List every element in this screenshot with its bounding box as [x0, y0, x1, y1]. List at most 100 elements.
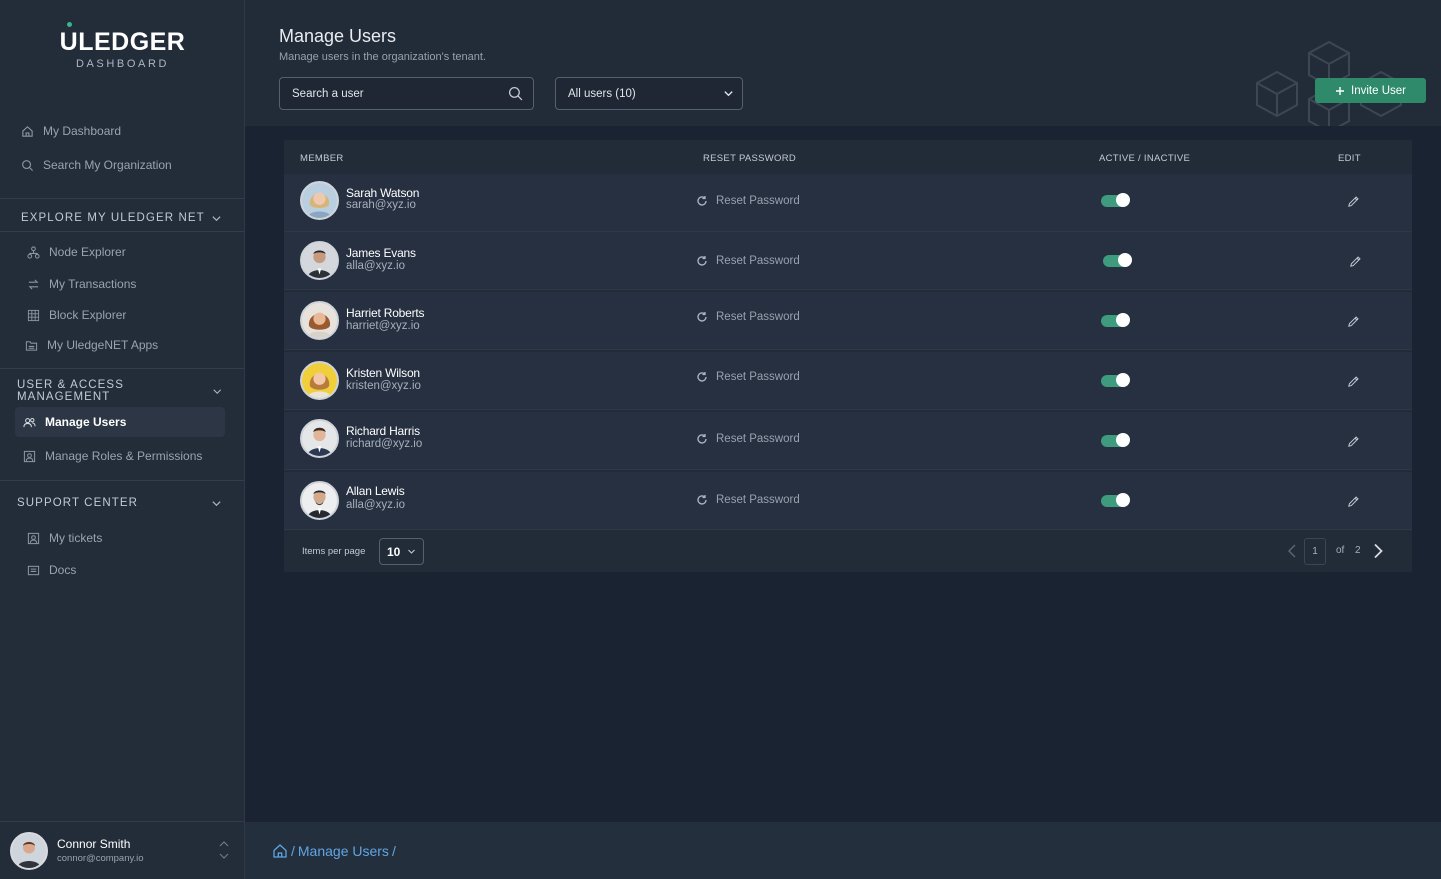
- divider: [0, 480, 244, 481]
- pencil-icon[interactable]: [1347, 495, 1360, 508]
- sidebar-item-label: Docs: [49, 563, 77, 577]
- pencil-icon[interactable]: [1347, 315, 1360, 328]
- member-name: Richard Harris: [346, 424, 420, 438]
- sidebar-item-my-dashboard[interactable]: My Dashboard: [21, 119, 121, 143]
- active-toggle[interactable]: [1101, 433, 1130, 447]
- section-title: SUPPORT CENTER: [17, 497, 139, 509]
- section-support-center[interactable]: SUPPORT CENTER: [0, 485, 244, 521]
- reset-password-button[interactable]: Reset Password: [696, 433, 800, 445]
- docs-icon: [27, 564, 40, 577]
- toggle-knob: [1116, 493, 1130, 507]
- reset-password-button[interactable]: Reset Password: [696, 195, 800, 207]
- sidebar-item-label: Search My Organization: [43, 158, 172, 172]
- chevron-right-icon[interactable]: [1373, 543, 1384, 559]
- chevron-left-icon[interactable]: [1287, 544, 1297, 558]
- active-toggle[interactable]: [1101, 493, 1130, 507]
- ticket-icon: [27, 532, 40, 545]
- user-filter-select[interactable]: All users (10): [555, 77, 743, 110]
- current-page-box[interactable]: 1: [1304, 538, 1326, 565]
- member-email: sarah@xyz.io: [346, 199, 416, 211]
- chevron-down-icon: [212, 215, 221, 221]
- breadcrumb: / Manage Users /: [245, 822, 1441, 879]
- page-subtitle: Manage users in the organization's tenan…: [279, 51, 486, 63]
- chevron-down-icon: [724, 91, 733, 97]
- sidebar-item-label: Block Explorer: [49, 308, 127, 322]
- invite-user-label: Invite User: [1351, 84, 1406, 97]
- refresh-icon: [697, 434, 707, 444]
- divider: [0, 368, 244, 369]
- reset-password-label: Reset Password: [716, 255, 800, 267]
- page-header: Manage Users Manage users in the organiz…: [245, 0, 1441, 126]
- search-placeholder: Search a user: [292, 87, 364, 100]
- logo[interactable]: U LEDGER DASHBOARD: [0, 22, 245, 70]
- logo-wordmark: U LEDGER: [60, 22, 186, 57]
- sidebar-item-my-transactions[interactable]: My Transactions: [27, 272, 136, 296]
- table-row: Sarah Watson sarah@xyz.io Reset Password: [284, 174, 1412, 232]
- sidebar-item-manage-users[interactable]: Manage Users: [15, 407, 225, 437]
- refresh-icon: [697, 196, 707, 206]
- section-title: USER & ACCESS MANAGEMENT: [17, 379, 124, 403]
- current-user[interactable]: Connor Smith connor@company.io: [0, 821, 244, 879]
- sidebar-item-manage-roles[interactable]: Manage Roles & Permissions: [23, 444, 202, 468]
- avatar: [300, 481, 339, 520]
- sidebar-item-docs[interactable]: Docs: [27, 558, 76, 582]
- logo-subtitle: DASHBOARD: [75, 58, 170, 70]
- sidebar-item-my-apps[interactable]: My UledgeNET Apps: [25, 333, 158, 357]
- sidebar-item-label: My tickets: [49, 531, 103, 545]
- chevron-down-icon: [408, 549, 415, 554]
- sidebar-item-label: Node Explorer: [49, 245, 126, 259]
- divider: [0, 198, 244, 199]
- refresh-icon: [697, 372, 707, 382]
- block-icon: [27, 309, 40, 322]
- member-name: Kristen Wilson: [346, 366, 420, 380]
- home-icon[interactable]: [272, 843, 288, 859]
- invite-user-button[interactable]: Invite User: [1315, 78, 1426, 103]
- table-row: Harriet Roberts harriet@xyz.io Reset Pas…: [284, 292, 1412, 350]
- reset-password-button[interactable]: Reset Password: [696, 494, 800, 506]
- section-user-access[interactable]: USER & ACCESS MANAGEMENT: [0, 373, 244, 409]
- reset-password-button[interactable]: Reset Password: [696, 311, 800, 323]
- member-email: richard@xyz.io: [346, 438, 423, 450]
- expand-collapse-icon[interactable]: [218, 839, 230, 861]
- section-title: EXPLORE MY ULEDGER NET: [21, 212, 205, 224]
- plus-icon: [1336, 86, 1345, 95]
- filter-value: All users (10): [568, 87, 636, 100]
- pencil-icon[interactable]: [1347, 375, 1360, 388]
- active-toggle[interactable]: [1101, 313, 1130, 327]
- refresh-icon: [697, 495, 707, 505]
- breadcrumb-separator: /: [291, 842, 295, 859]
- sidebar-item-search-organization[interactable]: Search My Organization: [21, 153, 172, 177]
- sidebar-item-label: My UledgeNET Apps: [47, 338, 159, 352]
- pencil-icon[interactable]: [1347, 195, 1360, 208]
- sidebar-item-block-explorer[interactable]: Block Explorer: [27, 303, 126, 327]
- users-icon: [23, 416, 36, 429]
- search-icon: [508, 86, 523, 101]
- reset-password-button[interactable]: Reset Password: [696, 255, 800, 267]
- toggle-knob: [1116, 373, 1130, 387]
- active-toggle[interactable]: [1101, 373, 1130, 387]
- sidebar-item-label: Manage Roles & Permissions: [45, 449, 203, 463]
- column-header-member: MEMBER: [300, 153, 344, 164]
- avatar: [300, 419, 339, 458]
- toggle-knob: [1116, 313, 1130, 327]
- member-email: harriet@xyz.io: [346, 320, 420, 332]
- breadcrumb-current[interactable]: Manage Users: [298, 843, 389, 859]
- items-per-page-select[interactable]: 10: [379, 538, 424, 565]
- active-toggle[interactable]: [1103, 253, 1132, 267]
- current-user-email: connor@company.io: [57, 853, 144, 864]
- pencil-icon[interactable]: [1349, 255, 1362, 268]
- sidebar-item-my-tickets[interactable]: My tickets: [27, 526, 102, 550]
- chevron-down-icon: [212, 500, 221, 506]
- sidebar-item-node-explorer[interactable]: Node Explorer: [27, 240, 126, 264]
- breadcrumb-separator: /: [391, 842, 396, 859]
- transfer-icon: [27, 278, 40, 291]
- reset-password-button[interactable]: Reset Password: [696, 371, 800, 383]
- active-toggle[interactable]: [1101, 193, 1130, 207]
- items-per-page-value: 10: [387, 544, 401, 559]
- search-input[interactable]: Search a user: [279, 77, 534, 110]
- member-name: Harriet Roberts: [346, 306, 425, 320]
- sidebar-item-label: My Dashboard: [43, 124, 122, 138]
- pencil-icon[interactable]: [1347, 435, 1360, 448]
- member-name: James Evans: [346, 246, 416, 260]
- page-of-label: of: [1336, 545, 1345, 556]
